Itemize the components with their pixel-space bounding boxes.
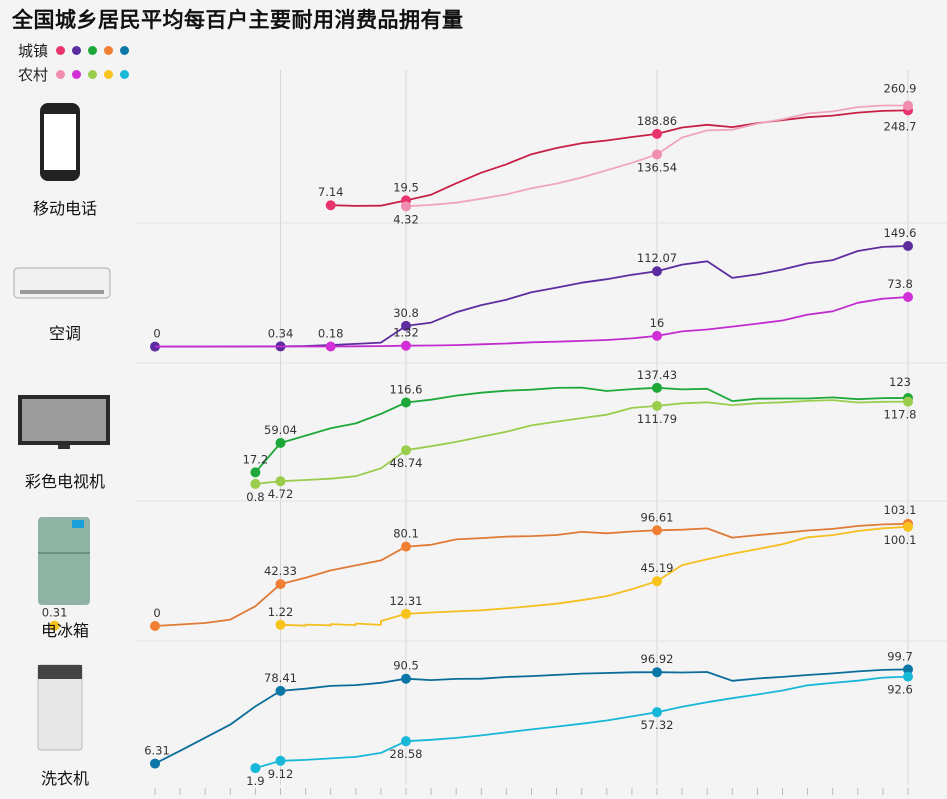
data-point-2-1-1994 [250,478,261,489]
data-point-3-1-2010 [652,576,662,587]
data-label-2-1-2020: 117.8 [884,408,917,422]
data-label-3-1-2020: 100.1 [884,533,917,547]
data-point-4-0-1990 [150,758,160,769]
data-point-1-1-2020 [903,291,913,302]
data-point-2-0-2000 [401,397,411,408]
data-label-1-1-2000: 1.32 [393,326,419,340]
data-point-1-1-2010 [652,330,662,341]
data-point-4-1-2020 [903,671,913,682]
data-point-4-1-1995 [275,755,286,766]
data-point-0-1-2010 [652,149,662,160]
data-label-2-0-2020: 123 [889,375,911,389]
data-point-0-1-2020 [903,100,913,111]
data-label-0-1-2020: 260.9 [884,82,917,96]
data-point-4-1-2010 [652,707,662,718]
series-line-4-1 [255,675,909,769]
data-label-4-0-2000: 90.5 [393,659,419,673]
data-point-3-1-2000 [401,608,411,619]
data-label-1-1-2010: 16 [650,316,665,330]
data-point-0-0-2010 [652,128,662,139]
data-label-2-0-2000: 116.6 [390,382,423,396]
air-conditioner-vent [20,290,104,294]
data-point-2-0-2010 [652,382,662,393]
data-point-2-0-1995 [275,437,286,448]
series-line-3-1 [280,525,909,627]
data-label-3-0-1995: 42.33 [264,564,297,578]
data-label-2-1-2010: 111.79 [637,412,677,426]
data-point-0-0-1997 [325,200,336,211]
data-point-4-0-2010 [652,667,662,678]
data-point-4-0-2000 [401,673,411,684]
data-point-4-0-1995 [275,685,286,696]
data-label-4-1-2020: 92.6 [887,683,913,697]
data-point-2-1-1995 [275,476,286,487]
data-label-1-1-2020: 73.8 [887,277,913,291]
data-point-3-0-2000 [401,541,411,552]
data-label-1-0-2010: 112.07 [637,251,677,265]
data-point-0-1-2000 [401,201,411,212]
data-label-1-0-2000: 30.8 [393,306,419,320]
data-point-2-0-1994 [250,467,261,478]
data-label-3-1-2000: 12.31 [390,594,423,608]
data-label-2-0-1995: 59.04 [264,423,297,437]
data-label-4-0-1990: 6.31 [144,744,170,758]
data-point-4-1-2000 [401,736,411,747]
data-point-1-0-2010 [652,266,662,277]
data-label-0-0-1997: 7.14 [318,185,344,199]
data-label-4-1-1994: 1.9 [246,774,264,788]
panel-label-4: 洗衣机 [40,769,89,788]
data-label-3-1-2010: 45.19 [641,561,674,575]
data-label-3-1-1995: 1.22 [268,605,294,619]
panel-label-3: 电冰箱 [40,621,89,640]
panel-label-1: 空调 [48,324,81,343]
data-point-3-0-1990 [150,621,160,632]
data-label-1-1-1997: 0.18 [318,327,344,341]
data-point-1-1-2000 [401,340,411,351]
data-label-4-0-2010: 96.92 [641,652,674,666]
data-label-2-0-1994: 17.2 [243,452,269,466]
data-label-2-1-2000: 48.74 [390,456,423,470]
refrigerator-icon [38,517,90,605]
refrigerator-badge [72,520,84,528]
data-point-1-1-1997 [325,341,336,352]
data-label-0-0-2010: 188.86 [637,114,677,128]
series-line-2-1 [255,399,909,485]
data-point-2-1-2020 [903,396,913,407]
data-label-2-1-1995: 4.72 [268,487,294,501]
panel-label-2: 彩色电视机 [24,472,105,491]
data-label-1-0-1995: 0.34 [268,326,294,340]
data-point-4-1-1994 [250,763,261,774]
data-label-4-1-2010: 57.32 [641,718,674,732]
data-label-1-0-1990: 0 [153,327,160,341]
data-label-1-0-2020: 149.6 [884,226,917,240]
data-label-3-0-2020: 103.1 [884,503,917,517]
data-point-3-0-1995 [275,579,286,590]
panel-label-0: 移动电话 [32,199,97,218]
television-screen [22,399,106,441]
data-label-3-0-1990: 0 [153,606,160,620]
data-label-2-0-2010: 137.43 [637,368,677,382]
chart-canvas: 7.14 19.5 188.86 248.7 4.32 136.54 260.9 0 0.34 3… [13,70,947,795]
data-point-2-1-2010 [652,400,662,411]
data-label-2-1-1994: 0.8 [246,490,264,504]
data-label-3-0-2010: 96.61 [641,510,674,524]
data-point-3-1-2020 [903,521,913,532]
data-point-3-0-2010 [652,525,662,536]
data-point-2-1-2000 [401,445,411,456]
data-label-0-1-2010: 136.54 [637,160,677,174]
data-label-4-0-1995: 78.41 [264,671,297,685]
data-label-4-1-1995: 9.12 [268,767,294,781]
television-stand [58,445,70,449]
data-point-1-0-2020 [903,240,913,251]
data-label-4-1-2000: 28.58 [390,747,423,761]
data-label-0-1-2000: 4.32 [393,212,419,226]
data-label-4-0-2020: 99.7 [887,649,913,663]
data-label-0-0-2000: 19.5 [393,180,419,194]
data-label-0-0-2020: 248.7 [884,119,917,133]
washing-machine-lid [38,665,82,679]
mobile-phone-screen [44,114,76,170]
data-label-3-0-2000: 80.1 [393,527,419,541]
data-point-3-1-1995 [275,619,286,630]
